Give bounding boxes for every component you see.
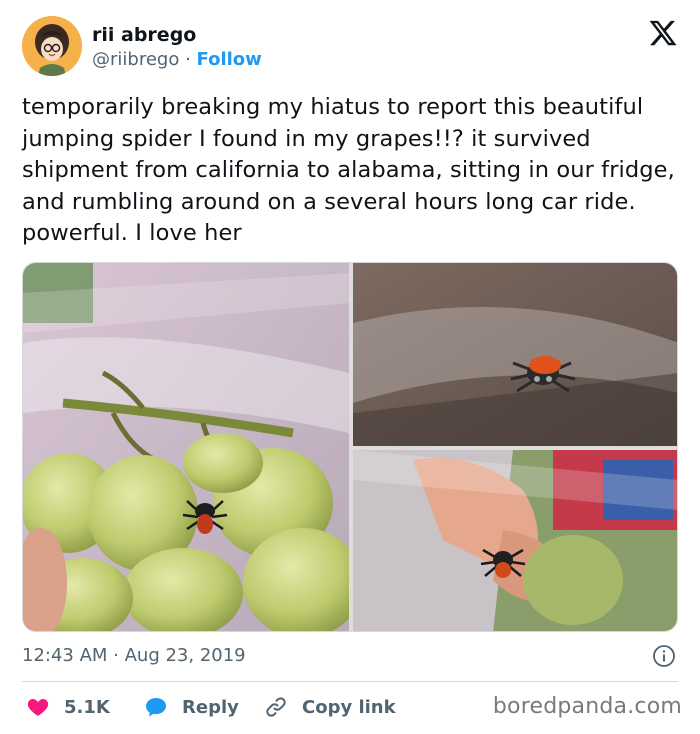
reply-button[interactable]: Reply [144,692,239,722]
watermark: boredpanda.com [492,694,682,719]
follow-button[interactable]: Follow [197,49,262,70]
info-icon[interactable] [652,644,676,668]
photo-grapes-spider[interactable] [23,263,349,631]
avatar-illustration [22,16,82,76]
handle-row: @riibrego · Follow [92,47,262,73]
media-grid [22,262,678,632]
tweet-text: temporarily breaking my hiatus to report… [22,94,675,246]
display-name[interactable]: rii abrego [92,23,262,47]
user-block: rii abrego @riibrego · Follow [92,23,262,73]
handle-separator: · [179,49,197,70]
reply-bubble-icon [146,698,166,717]
reply-label: Reply [182,696,239,718]
like-button[interactable]: 5.1K [26,692,110,722]
like-count: 5.1K [64,696,110,718]
action-bar: 5.1K Reply Copy link boredpanda.com [22,692,682,722]
timestamp[interactable]: 12:43 AM · Aug 23, 2019 [22,645,246,666]
copy-link-button[interactable]: Copy link [264,692,396,722]
divider [22,681,678,682]
handle[interactable]: @riibrego [92,49,179,70]
tweet-header: rii abrego @riibrego · Follow [22,16,682,78]
copy-link-label: Copy link [302,696,396,718]
heart-icon [27,699,49,716]
photo-spider-closeup[interactable] [353,263,677,446]
photo-spider-fingers[interactable] [353,450,677,631]
x-logo-icon[interactable] [648,18,678,48]
link-icon [266,697,286,717]
avatar[interactable] [22,16,82,76]
timestamp-row: 12:43 AM · Aug 23, 2019 [22,642,678,670]
